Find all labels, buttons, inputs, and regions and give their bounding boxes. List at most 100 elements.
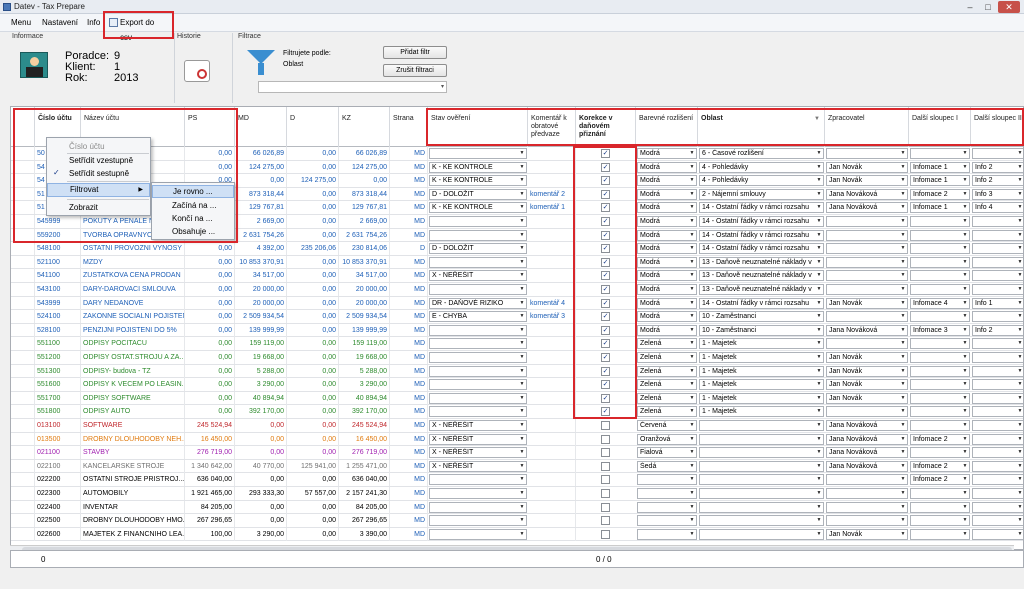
dalsi2-dropdown[interactable]: ▼ (972, 501, 1023, 513)
stav-dropdown[interactable]: ▼ (429, 406, 527, 418)
dalsi2-dropdown[interactable]: ▼ (972, 528, 1023, 540)
cell-komentar[interactable] (528, 446, 576, 460)
table-row[interactable]: 521100 MZDY 0,00 10 853 370,91 0,00 10 853 37… (11, 255, 1023, 270)
barevne-dropdown[interactable]: ▼ (637, 488, 697, 499)
stav-dropdown[interactable]: ▼ (429, 324, 527, 336)
oblast-dropdown[interactable]: 1 - Majetek ▼ (699, 352, 824, 363)
oblast-dropdown[interactable]: ▼ (699, 420, 824, 431)
oblast-dropdown[interactable]: 6 - Časové rozlišení ▼ (699, 148, 824, 159)
table-row[interactable]: 022400 INVENTAR 84 205,00 0,00 0,00 84 205,00… (11, 500, 1023, 515)
dalsi1-dropdown[interactable]: ▼ (910, 256, 970, 268)
dalsi1-dropdown[interactable]: Infomace 2 ▼ (910, 433, 970, 445)
dalsi1-dropdown[interactable]: Infomace 1 ▼ (910, 175, 970, 187)
dalsi2-dropdown[interactable]: ▼ (972, 365, 1023, 377)
dalsi1-dropdown[interactable]: ▼ (910, 311, 970, 323)
dalsi1-dropdown[interactable]: ▼ (910, 515, 970, 527)
row-selector[interactable] (11, 405, 35, 419)
dalsi2-dropdown[interactable]: ▼ (972, 420, 1023, 431)
barevne-dropdown[interactable]: Zelená ▼ (637, 379, 697, 391)
row-selector[interactable] (11, 419, 35, 432)
dalsi1-dropdown[interactable]: ▼ (910, 379, 970, 391)
dalsi2-dropdown[interactable]: ▼ (972, 488, 1023, 499)
dalsi2-dropdown[interactable]: ▼ (972, 270, 1023, 282)
cell-komentar[interactable] (528, 160, 576, 174)
barevne-dropdown[interactable]: Modrá ▼ (637, 188, 697, 200)
oblast-dropdown[interactable]: 1 - Majetek ▼ (699, 379, 824, 391)
oblast-dropdown[interactable]: 1 - Majetek ▼ (699, 365, 824, 377)
dalsi1-dropdown[interactable]: ▼ (910, 352, 970, 363)
cell-komentar[interactable] (528, 323, 576, 337)
cell-komentar[interactable] (528, 351, 576, 364)
dalsi1-dropdown[interactable]: ▼ (910, 488, 970, 499)
stav-dropdown[interactable]: ▼ (429, 392, 527, 404)
dalsi1-dropdown[interactable]: ▼ (910, 406, 970, 418)
stav-dropdown[interactable]: ▼ (429, 148, 527, 159)
dalsi2-dropdown[interactable]: ▼ (972, 148, 1023, 159)
dalsi1-dropdown[interactable]: ▼ (910, 148, 970, 159)
row-selector[interactable] (11, 296, 35, 310)
korekce-checkbox[interactable] (601, 461, 610, 471)
row-selector[interactable] (11, 242, 35, 256)
row-selector[interactable] (11, 500, 35, 514)
table-row[interactable]: 022300 AUTOMOBILY 1 921 465,00 293 333,30 57… (11, 487, 1023, 501)
cell-komentar[interactable] (528, 283, 576, 296)
table-row[interactable]: 543999 DARY NEDANOVE 0,00 20 000,00 0,00 20 0… (11, 296, 1023, 311)
stav-dropdown[interactable]: ▼ (429, 365, 527, 377)
stav-dropdown[interactable]: ▼ (429, 379, 527, 391)
zpracovatel-dropdown[interactable]: Jan Novák ▼ (826, 175, 908, 187)
dalsi2-dropdown[interactable]: ▼ (972, 433, 1023, 445)
table-row[interactable]: 543100 DARY-DAROVACI SMLOUVA 0,00 20 000,00… (11, 283, 1023, 297)
stav-dropdown[interactable]: X - NEŘEŠIT ▼ (429, 420, 527, 431)
table-row[interactable]: 551600 ODPISY K VECEM PO LEASIN.. 0,00 3 29… (11, 378, 1023, 392)
row-selector[interactable] (11, 473, 35, 487)
cell-komentar[interactable] (528, 228, 576, 242)
cell-komentar[interactable]: komentář 3 (528, 310, 576, 324)
dalsi2-dropdown[interactable]: ▼ (972, 379, 1023, 391)
table-row[interactable]: 551100 ODPISY POCITACU 0,00 159 119,00 0,00 1… (11, 337, 1023, 351)
row-selector[interactable] (11, 283, 35, 296)
row-selector[interactable] (11, 255, 35, 269)
barevne-dropdown[interactable]: Modrá ▼ (637, 216, 697, 227)
barevne-dropdown[interactable]: Červená ▼ (637, 420, 697, 431)
stav-dropdown[interactable]: X - NEŘEŠIT ▼ (429, 460, 527, 472)
table-row[interactable]: 022500 DROBNY DLOUHODOBY HMO... 267 296,65… (11, 514, 1023, 528)
zpracovatel-dropdown[interactable]: ▼ (826, 243, 908, 255)
cell-komentar[interactable] (528, 174, 576, 188)
barevne-dropdown[interactable]: Modrá ▼ (637, 202, 697, 214)
dalsi2-dropdown[interactable]: ▼ (972, 515, 1023, 527)
zpracovatel-dropdown[interactable]: Jan Novák ▼ (826, 379, 908, 391)
dalsi2-dropdown[interactable]: Info 2 ▼ (972, 324, 1023, 336)
barevne-dropdown[interactable]: Modrá ▼ (637, 270, 697, 282)
oblast-dropdown[interactable]: ▼ (699, 488, 824, 499)
col-d[interactable]: D (287, 107, 339, 147)
dalsi2-dropdown[interactable]: ▼ (972, 460, 1023, 472)
filter-combo[interactable]: ▾ (258, 81, 447, 93)
cell-komentar[interactable] (528, 337, 576, 351)
table-row[interactable]: 524100 ZAKONNE SOCIALNI POJISTENI 0,00 2 50… (11, 310, 1023, 324)
korekce-checkbox[interactable] (601, 475, 610, 485)
stav-dropdown[interactable]: D - DOLOŽIT ▼ (429, 188, 527, 200)
barevne-dropdown[interactable]: ▼ (637, 474, 697, 486)
dalsi2-dropdown[interactable]: ▼ (972, 447, 1023, 459)
stav-dropdown[interactable]: K - KE KONTROLE ▼ (429, 161, 527, 173)
oblast-dropdown[interactable]: 13 - Daňově neuznatelné náklady v ▼ (699, 270, 824, 282)
stav-dropdown[interactable]: ▼ (429, 338, 527, 350)
table-row[interactable]: 551300 ODPISY- budova - TZ 0,00 5 288,00 0,0… (11, 364, 1023, 379)
oblast-dropdown[interactable]: ▼ (699, 460, 824, 472)
barevne-dropdown[interactable]: Zelená ▼ (637, 352, 697, 363)
dalsi2-dropdown[interactable]: Info 2 ▼ (972, 161, 1023, 173)
stav-dropdown[interactable]: K - KE KONTROLE ▼ (429, 175, 527, 187)
menu-info[interactable]: Info (87, 18, 100, 27)
korekce-checkbox[interactable] (601, 489, 610, 498)
barevne-dropdown[interactable]: Zelená ▼ (637, 338, 697, 350)
zpracovatel-dropdown[interactable]: Jana Nováková ▼ (826, 460, 908, 472)
dalsi1-dropdown[interactable]: ▼ (910, 365, 970, 377)
dalsi1-dropdown[interactable]: ▼ (910, 501, 970, 513)
barevne-dropdown[interactable]: Šedá ▼ (637, 460, 697, 472)
stav-dropdown[interactable]: X - NEŘEŠIT ▼ (429, 447, 527, 459)
dalsi1-dropdown[interactable]: ▼ (910, 447, 970, 459)
dalsi1-dropdown[interactable]: Infomace 2 ▼ (910, 460, 970, 472)
cell-komentar[interactable] (528, 215, 576, 228)
cell-komentar[interactable] (528, 391, 576, 405)
oblast-dropdown[interactable]: 13 - Daňově neuznatelné náklady v ▼ (699, 256, 824, 268)
